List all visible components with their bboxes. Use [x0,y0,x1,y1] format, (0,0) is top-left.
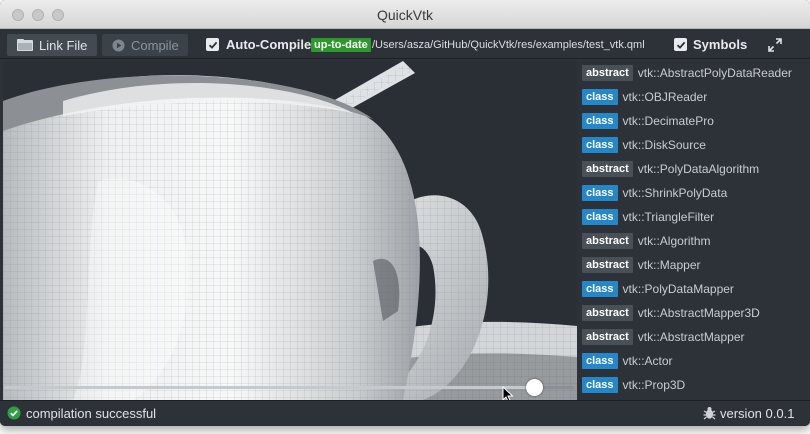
link-file-label: Link File [39,37,88,53]
symbols-panel: abstract vtk::AbstractPolyDataReaderclass… [578,61,810,400]
check-circle-icon [7,406,21,420]
toolbar: Link File Compile Auto-Compile up-to-dat… [0,30,810,59]
symbol-kind-badge: abstract [582,257,633,273]
window-title: QuickVtk [376,7,433,23]
symbol-list-item[interactable]: abstract vtk::PolyDataAlgorithm [582,160,759,178]
symbol-list-item[interactable]: class vtk::DiskSource [582,136,706,154]
link-file-button[interactable]: Link File [7,34,97,56]
auto-compile-label[interactable]: Auto-Compile [226,37,311,52]
render-viewport[interactable] [3,61,577,400]
symbol-name: vtk::ShrinkPolyData [622,186,728,200]
expand-icon[interactable] [768,38,782,52]
symbol-kind-badge: class [582,281,618,297]
file-path: /Users/asza/GitHub/QuickVtk/res/examples… [372,39,645,51]
symbol-list-item[interactable]: class vtk::Actor [582,352,673,370]
symbol-name: vtk::OBJReader [622,90,708,104]
symbol-list-item[interactable]: class vtk::Prop3D [582,376,685,394]
symbol-kind-badge: abstract [582,329,633,345]
status-message: compilation successful [26,406,157,421]
compile-label: Compile [131,37,179,53]
symbol-kind-badge: abstract [582,161,633,177]
status-badge: up-to-date [311,38,371,52]
symbol-list-item[interactable]: class vtk::ShrinkPolyData [582,184,727,202]
symbol-list-item[interactable]: abstract vtk::Mapper [582,256,701,274]
symbol-name: vtk::Mapper [637,258,701,272]
symbol-kind-badge: abstract [582,233,633,249]
symbols-checkbox[interactable] [674,38,687,51]
time-slider-handle[interactable] [526,379,543,396]
version-label: version 0.0.1 [720,406,795,421]
symbol-kind-badge: class [582,185,618,201]
app-window: QuickVtk Link File Compile Auto-Compile … [0,0,810,426]
symbol-name: vtk::TriangleFilter [622,210,715,224]
symbol-name: vtk::DecimatePro [622,114,714,128]
symbol-name: vtk::AbstractPolyDataReader [637,66,792,80]
symbol-name: vtk::Prop3D [622,378,686,392]
symbol-name: vtk::PolyDataAlgorithm [637,162,760,176]
symbol-kind-badge: class [582,137,618,153]
symbol-name: vtk::Actor [622,354,673,368]
symbol-list-item[interactable]: class vtk::OBJReader [582,88,707,106]
symbol-list-item[interactable]: abstract vtk::AbstractMapper3D [582,304,760,322]
bug-icon[interactable] [703,406,716,420]
symbol-name: vtk::DiskSource [622,138,706,152]
status-bar: compilation successful version 0.0.1 [0,400,810,426]
rendered-cup [3,61,577,400]
compile-button[interactable]: Compile [102,34,188,56]
symbol-name: vtk::Algorithm [637,234,711,248]
symbols-label[interactable]: Symbols [693,37,747,52]
title-bar: QuickVtk [0,0,810,29]
symbol-list-item[interactable]: class vtk::TriangleFilter [582,208,714,226]
auto-compile-checkbox[interactable] [206,38,219,51]
symbol-list-item[interactable]: class vtk::DecimatePro [582,112,714,130]
symbol-name: vtk::PolyDataMapper [622,282,734,296]
symbol-kind-badge: class [582,377,618,393]
symbol-kind-badge: class [582,89,618,105]
symbol-kind-badge: class [582,209,618,225]
symbol-kind-badge: abstract [582,305,633,321]
time-slider-fill [4,386,534,389]
symbol-name: vtk::AbstractMapper3D [637,306,760,320]
symbol-list-item[interactable]: abstract vtk::Algorithm [582,232,710,250]
symbol-kind-badge: class [582,113,618,129]
checkmark-icon [208,41,217,49]
link-icon [17,39,33,51]
checkmark-icon [676,41,685,49]
symbol-list-item[interactable]: abstract vtk::AbstractPolyDataReader [582,64,792,82]
symbol-list-item[interactable]: abstract vtk::AbstractMapper [582,328,745,346]
play-icon [112,39,125,51]
symbol-name: vtk::AbstractMapper [637,330,745,344]
symbol-kind-badge: class [582,353,618,369]
symbol-list-item[interactable]: class vtk::PolyDataMapper [582,280,734,298]
symbol-kind-badge: abstract [582,65,633,81]
